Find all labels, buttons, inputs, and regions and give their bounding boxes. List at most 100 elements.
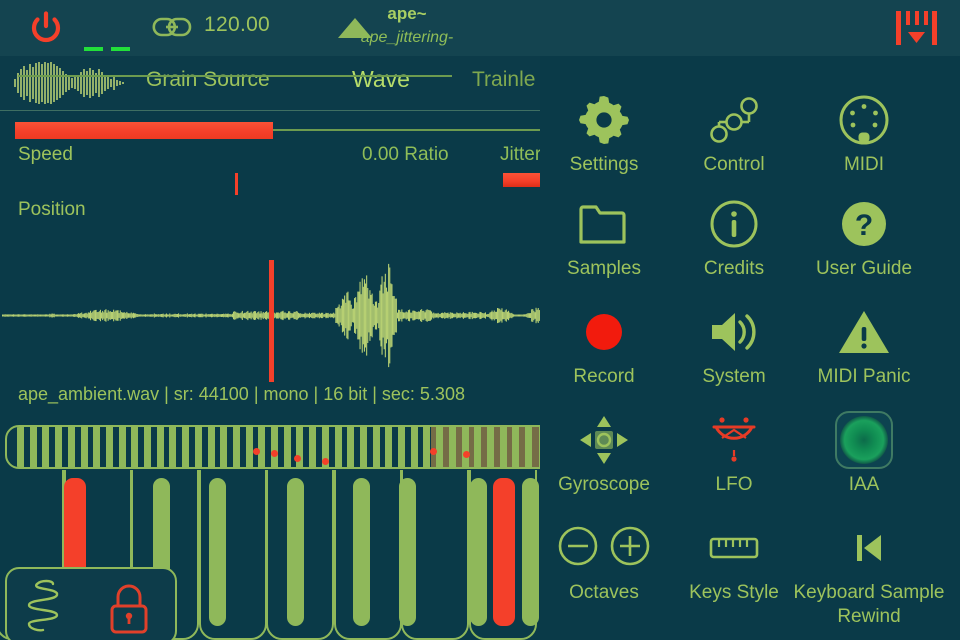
menu-item-iaa[interactable]: IAA	[794, 411, 934, 497]
grain-bar[interactable]	[80, 427, 88, 467]
grain-bar[interactable]	[334, 427, 342, 467]
grain-bar[interactable]	[207, 427, 215, 467]
grain-bar[interactable]	[42, 427, 50, 467]
menu-label: Octaves	[569, 582, 639, 603]
menu-label: Credits	[703, 258, 765, 279]
warning-triangle-icon	[794, 304, 934, 360]
padlock-icon[interactable]	[105, 579, 153, 637]
menu-label: Keys Style	[689, 582, 779, 603]
collapse-down-icon[interactable]	[894, 10, 938, 48]
black-key[interactable]	[209, 478, 226, 626]
speed-slider-thumb[interactable]	[235, 173, 238, 195]
black-key[interactable]	[353, 478, 370, 626]
tab-wave[interactable]: Wave	[352, 66, 410, 93]
tempo-value[interactable]: 120.00	[204, 13, 270, 37]
menu-label: Record	[573, 366, 635, 387]
grain-bar[interactable]	[512, 427, 520, 467]
power-icon[interactable]	[28, 10, 64, 46]
menu-item-keys-style[interactable]: Keys Style	[664, 520, 804, 605]
menu-item-user-guide[interactable]: ? User Guide	[794, 196, 934, 281]
grain-bar[interactable]	[410, 427, 418, 467]
minus-circle-icon[interactable]	[557, 525, 599, 572]
plus-circle-icon[interactable]	[609, 525, 651, 572]
menu-item-record[interactable]: Record	[534, 304, 674, 389]
grain-bar[interactable]	[461, 427, 469, 467]
grain-bar[interactable]	[271, 427, 278, 467]
grain-bar[interactable]	[156, 427, 164, 467]
grain-bar[interactable]	[17, 427, 24, 467]
grain-bar[interactable]	[296, 427, 304, 467]
menu-overlay-pane: Settings Control MIDI Samples Credits ? …	[540, 0, 960, 640]
grain-bar[interactable]	[144, 427, 151, 467]
lfo-waveform-icon	[664, 412, 804, 468]
dpad-icon	[534, 412, 674, 468]
black-key[interactable]	[470, 478, 487, 626]
grain-bar[interactable]	[321, 427, 329, 467]
menu-item-midi[interactable]: MIDI	[794, 92, 934, 177]
menu-label: IAA	[848, 474, 880, 495]
menu-item-gyroscope[interactable]: Gyroscope	[534, 412, 674, 497]
grain-bar[interactable]	[372, 427, 380, 467]
menu-item-settings[interactable]: Settings	[534, 92, 674, 177]
grain-bar[interactable]	[194, 427, 202, 467]
grain-bar[interactable]	[220, 427, 228, 467]
menu-item-samples[interactable]: Samples	[534, 196, 674, 281]
grain-bar[interactable]	[359, 427, 367, 467]
grain-bar[interactable]	[398, 427, 405, 467]
menu-header	[540, 0, 960, 56]
grain-bar[interactable]	[525, 427, 532, 467]
grain-source-row: Grain Source Wave Trainle	[0, 56, 540, 111]
preset-subtitle: ape_jittering-	[360, 29, 454, 46]
gear-icon	[534, 92, 674, 148]
menu-label: Samples	[567, 258, 641, 279]
grain-bar[interactable]	[93, 427, 101, 467]
node-graph-icon	[664, 92, 804, 148]
grain-bar[interactable]	[258, 427, 266, 467]
grain-bar[interactable]	[245, 427, 253, 467]
menu-item-midi-panic[interactable]: MIDI Panic	[794, 304, 934, 389]
black-key[interactable]	[493, 478, 515, 626]
grain-bar[interactable]	[29, 427, 37, 467]
black-key[interactable]	[287, 478, 304, 626]
grain-bar[interactable]	[474, 427, 482, 467]
grain-bar[interactable]	[55, 427, 63, 467]
grain-bar[interactable]	[232, 427, 240, 467]
grain-bar[interactable]	[283, 427, 291, 467]
grain-bar[interactable]	[436, 427, 444, 467]
preset-display[interactable]: ape~ ape_jittering-	[282, 2, 532, 49]
coil-spring-icon[interactable]	[23, 579, 67, 635]
grain-bar[interactable]	[118, 427, 126, 467]
menu-label: Control	[703, 154, 765, 175]
grain-bar[interactable]	[385, 427, 393, 467]
menu-item-credits[interactable]: Credits	[664, 196, 804, 281]
menu-item-keyboard-sample-rewind[interactable]: Keyboard Sample Rewind	[784, 520, 954, 629]
waveform-playhead[interactable]	[269, 260, 274, 382]
link-icon[interactable]	[152, 14, 192, 40]
menu-label: User Guide	[815, 258, 913, 279]
tab-trainlet[interactable]: Trainle	[472, 68, 535, 92]
menu-item-octaves[interactable]: Octaves	[534, 520, 674, 605]
grain-bar[interactable]	[131, 427, 139, 467]
menu-item-control[interactable]: Control	[664, 92, 804, 177]
tempo-beat-indicator	[84, 47, 130, 52]
top-toolbar: 120.00 ape~ ape_jittering-	[0, 0, 540, 56]
waveform-thumbnail-icon[interactable]	[12, 60, 130, 106]
position-slider-fill[interactable]	[15, 122, 273, 139]
grain-bar[interactable]	[347, 427, 355, 467]
grain-bar[interactable]	[309, 427, 317, 467]
menu-item-lfo[interactable]: LFO	[664, 412, 804, 497]
speed-slider-track[interactable]	[18, 75, 452, 77]
menu-item-system[interactable]: System	[664, 304, 804, 389]
menu-label: MIDI	[843, 154, 885, 175]
black-key[interactable]	[399, 478, 416, 626]
grain-bar[interactable]	[499, 427, 507, 467]
grain-bar[interactable]	[169, 427, 177, 467]
grain-position-strip[interactable]	[5, 425, 540, 469]
grain-bar[interactable]	[423, 427, 431, 467]
grain-bar[interactable]	[448, 427, 456, 467]
grain-bar[interactable]	[105, 427, 113, 467]
menu-label: LFO	[715, 474, 753, 495]
grain-bar[interactable]	[67, 427, 75, 467]
grain-bar[interactable]	[182, 427, 190, 467]
grain-bar[interactable]	[486, 427, 494, 467]
